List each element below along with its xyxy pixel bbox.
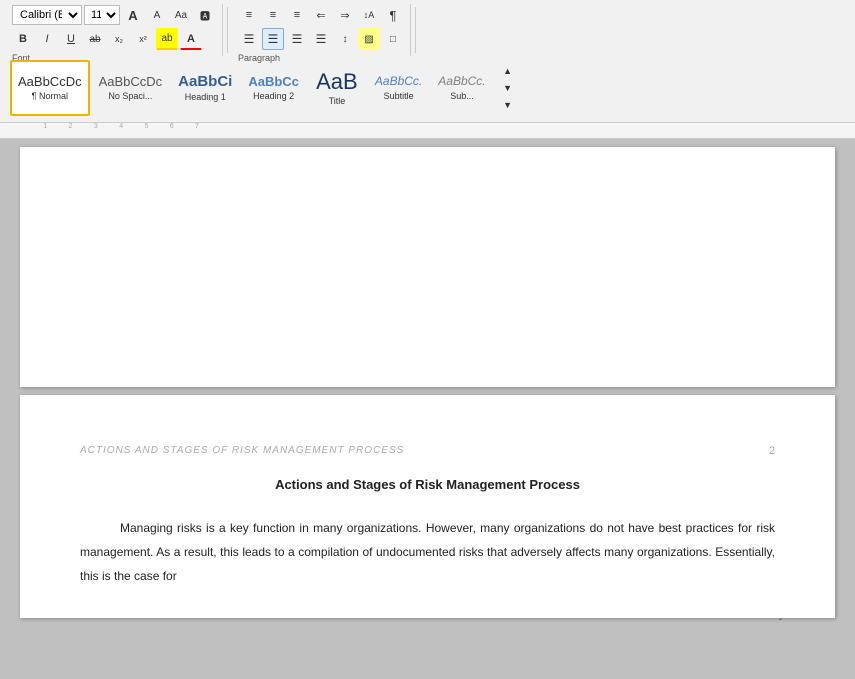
font-color-button[interactable]: A (180, 28, 202, 50)
bullets-button[interactable]: ≡ (238, 4, 260, 26)
doc-title[interactable]: Actions and Stages of Risk Management Pr… (80, 477, 775, 492)
increase-indent-button[interactable]: ⇒ (334, 4, 356, 26)
change-case-button[interactable]: Aa (170, 4, 192, 26)
para-bottom-row: ☰ ☰ ☰ ☰ ↕ ▨ □ (238, 28, 404, 50)
align-center-button[interactable]: ☰ (262, 28, 284, 50)
page-header-text: ACTIONS AND STAGES OF RISK MANAGEMENT PR… (80, 445, 404, 456)
ruler-scale: 1 2 3 4 5 6 7 (20, 123, 199, 130)
toolbar: Calibri (Body)Calibri (Body) 1111 A A Aa… (0, 0, 855, 123)
font-bottom-row: B I U ab x₂ x² ab A (12, 28, 202, 50)
text-highlight-button[interactable]: ab (156, 28, 178, 50)
style-heading2-button[interactable]: AaBbCc Heading 2 (241, 60, 306, 116)
paragraph-group: ≡ ≡ ≡ ⇐ ⇒ ↕A ¶ ☰ ☰ ☰ ☰ ↕ ▨ □ Paragraph (232, 4, 411, 56)
style-subtitle-preview: AaBbCc. (375, 75, 422, 88)
page-2-content: ACTIONS AND STAGES OF RISK MANAGEMENT PR… (20, 395, 835, 618)
bold-button[interactable]: B (12, 28, 34, 50)
clear-formatting-button[interactable]: 🅰 (194, 4, 216, 26)
subscript-button[interactable]: x₂ (108, 28, 130, 50)
style-heading1-label: Heading 1 (185, 92, 226, 102)
show-marks-button[interactable]: ¶ (382, 4, 404, 26)
style-normal-button[interactable]: AaBbCcDc ¶ Normal (10, 60, 90, 116)
style-nospacing-label: No Spaci... (108, 91, 152, 101)
style-subtitle-button[interactable]: AaBbCc. Subtitle (368, 60, 429, 116)
font-top-row: Calibri (Body)Calibri (Body) 1111 A A Aa… (12, 4, 216, 26)
styles-scroll-down-button[interactable]: ▼ (497, 79, 519, 96)
underline-button[interactable]: U (60, 28, 82, 50)
shading-button[interactable]: ▨ (358, 28, 380, 50)
justify-button[interactable]: ☰ (310, 28, 332, 50)
ruler: 1 2 3 4 5 6 7 (0, 123, 855, 139)
style-normal-label: ¶ Normal (32, 91, 68, 101)
page-1 (20, 147, 835, 387)
borders-button[interactable]: □ (382, 28, 404, 50)
font-size-select[interactable]: 1111 (84, 5, 120, 25)
multilevel-button[interactable]: ≡ (286, 4, 308, 26)
styles-more-button[interactable]: ▼ (497, 97, 519, 114)
style-subtle-button[interactable]: AaBbCc. Sub... (431, 60, 492, 116)
styles-scroll-up-button[interactable]: ▲ (497, 62, 519, 79)
doc-body[interactable]: Managing risks is a key function in many… (80, 516, 775, 588)
style-heading1-button[interactable]: AaBbCi Heading 1 (171, 60, 239, 116)
align-left-button[interactable]: ☰ (238, 28, 260, 50)
font-name-select[interactable]: Calibri (Body)Calibri (Body) (12, 5, 82, 25)
style-title-preview: AaB (316, 70, 358, 94)
style-subtitle-label: Subtitle (384, 91, 414, 101)
style-nospacing-button[interactable]: AaBbCcDc No Spaci... (92, 60, 170, 116)
page-2-header: ACTIONS AND STAGES OF RISK MANAGEMENT PR… (80, 435, 775, 457)
divider2 (415, 7, 416, 53)
line-spacing-button[interactable]: ↕ (334, 28, 356, 50)
document-area: ACTIONS AND STAGES OF RISK MANAGEMENT PR… (0, 139, 855, 679)
ruler-inner: 1 2 3 4 5 6 7 (20, 123, 835, 138)
page-2: ACTIONS AND STAGES OF RISK MANAGEMENT PR… (20, 395, 835, 618)
style-title-label: Title (329, 96, 346, 106)
grow-font-button[interactable]: A (122, 4, 144, 26)
style-subtle-label: Sub... (450, 91, 474, 101)
shrink-font-button[interactable]: A (146, 4, 168, 26)
font-group: Calibri (Body)Calibri (Body) 1111 A A Aa… (6, 4, 223, 56)
divider1 (227, 7, 228, 53)
italic-button[interactable]: I (36, 28, 58, 50)
style-normal-preview: AaBbCcDc (18, 75, 82, 89)
style-title-button[interactable]: AaB Title (308, 60, 366, 116)
styles-group: AaBbCcDc ¶ Normal AaBbCcDc No Spaci... A… (6, 58, 849, 118)
page-number: 2 (769, 445, 775, 457)
strikethrough-button[interactable]: ab (84, 28, 106, 50)
style-nospacing-preview: AaBbCcDc (99, 75, 163, 89)
style-subtle-preview: AaBbCc. (438, 75, 485, 88)
numbering-button[interactable]: ≡ (262, 4, 284, 26)
sort-button[interactable]: ↕A (358, 4, 380, 26)
para-top-row: ≡ ≡ ≡ ⇐ ⇒ ↕A ¶ (238, 4, 404, 26)
align-right-button[interactable]: ☰ (286, 28, 308, 50)
style-heading1-preview: AaBbCi (178, 74, 232, 91)
body-paragraph[interactable]: Managing risks is a key function in many… (80, 516, 775, 588)
style-heading2-preview: AaBbCc (248, 75, 299, 89)
decrease-indent-button[interactable]: ⇐ (310, 4, 332, 26)
superscript-button[interactable]: x² (132, 28, 154, 50)
style-heading2-label: Heading 2 (253, 91, 294, 101)
